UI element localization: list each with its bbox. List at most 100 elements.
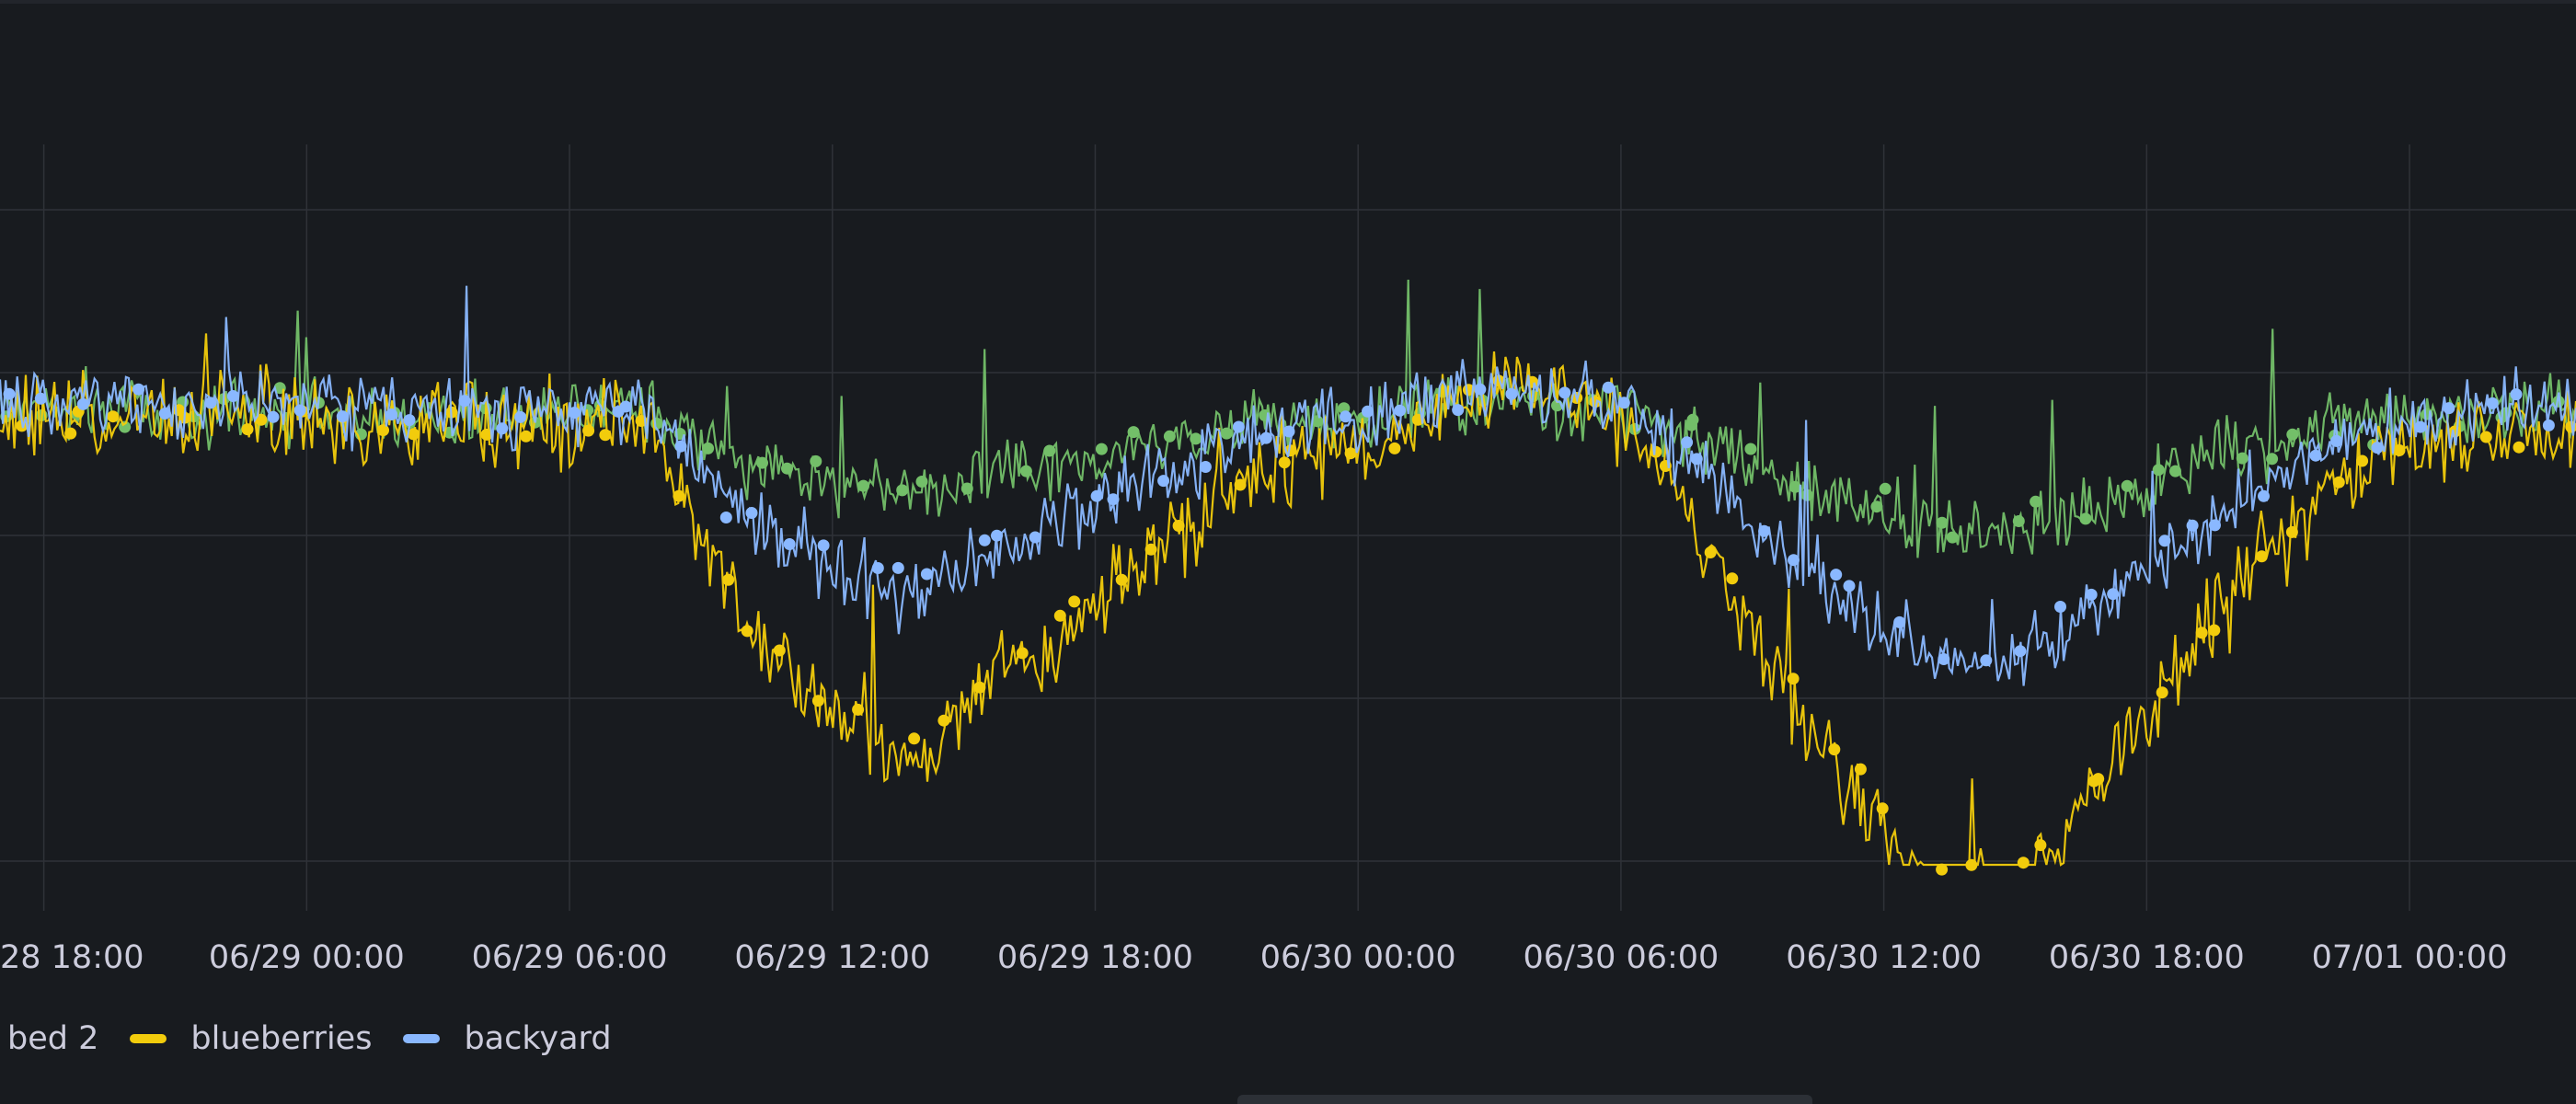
series-point (756, 456, 768, 469)
series-point (674, 440, 687, 453)
series-point (1474, 383, 1487, 396)
series-point (857, 479, 869, 492)
series-point (1172, 520, 1185, 532)
x-tick-label: 06/30 00:00 (1260, 939, 1456, 976)
series-point (267, 410, 280, 423)
series-point (1558, 386, 1571, 399)
series-point (1828, 743, 1841, 756)
x-tick-label: 06/29 06:00 (472, 939, 668, 976)
series-point (2443, 402, 2455, 415)
series-point (1163, 430, 1176, 443)
series-point (811, 695, 824, 707)
series-point (1090, 489, 1103, 502)
series-point (908, 732, 921, 745)
series-point (741, 625, 753, 638)
series-point (226, 390, 239, 402)
series-point (773, 644, 786, 657)
series-point (2285, 525, 2298, 538)
series-point (107, 410, 120, 423)
series-point (1787, 673, 1800, 685)
series-point (64, 427, 77, 440)
series-point (1843, 580, 1856, 592)
series-point (1870, 500, 1883, 513)
series-point (1681, 436, 1694, 449)
series-point (1602, 381, 1615, 394)
series-point (719, 512, 732, 523)
series-point (2121, 479, 2133, 492)
series-point (978, 534, 991, 546)
series-point (336, 410, 349, 423)
series-point (1854, 763, 1867, 776)
x-tick-label: 06/30 18:00 (2049, 939, 2245, 976)
series-point (34, 392, 47, 405)
series-point (2356, 454, 2369, 467)
series-point (2510, 388, 2523, 401)
chart-legend: bed 2 blueberries backyard (0, 1016, 643, 1062)
series-point (1340, 410, 1351, 423)
series-point (1505, 387, 1518, 400)
series-point (1019, 465, 1032, 477)
series-point (2054, 601, 2066, 613)
series-point (1686, 413, 1699, 426)
x-tick-label: 06/29 18:00 (997, 939, 1193, 976)
series-point (1788, 554, 1800, 567)
series-point (403, 414, 416, 427)
series-point (1830, 569, 1843, 581)
series-point (76, 397, 89, 410)
series-point (1617, 397, 1630, 409)
series-point (2258, 489, 2270, 502)
x-tick-label: 06/30 12:00 (1786, 939, 1982, 976)
series-point (514, 410, 527, 423)
series-point (1876, 802, 1889, 815)
series-point (2286, 428, 2299, 441)
series-point (2371, 442, 2384, 454)
series-point (2034, 839, 2047, 852)
series-point (1879, 482, 1892, 495)
series-point (783, 538, 796, 550)
series-point (1115, 573, 1128, 586)
series-point (1726, 572, 1739, 585)
series-point (2255, 550, 2268, 563)
series-point (1232, 420, 1245, 433)
series-point (2014, 645, 2027, 658)
legend-label-backyard: backyard (464, 1020, 612, 1057)
series-point (871, 562, 884, 574)
series-point (1068, 595, 1081, 608)
series-point (293, 404, 306, 417)
series-point (158, 408, 171, 420)
series-point (385, 408, 398, 420)
series-point (852, 703, 865, 716)
horizontal-scrollbar[interactable] (1237, 1095, 1812, 1104)
series-point (1394, 404, 1407, 417)
series-point (2186, 519, 2199, 532)
series-point (2195, 627, 2208, 639)
series-point (722, 573, 735, 586)
series-point (2156, 686, 2168, 699)
series-point (1744, 443, 1757, 455)
legend-item-bed-2[interactable]: bed 2 (7, 1020, 98, 1057)
series-point (1220, 427, 1233, 440)
series-point (2479, 431, 2492, 443)
time-series-chart[interactable]: 28 18:00 06/29 00:00 06/29 06:00 06/29 12:0… (0, 0, 2576, 1012)
series-point (2236, 452, 2248, 465)
series-point (1278, 456, 1291, 469)
series-point (1758, 524, 1771, 537)
series-point (2079, 512, 2092, 525)
series-point (241, 423, 254, 436)
series-point (1965, 858, 1978, 871)
series-point (1190, 432, 1202, 445)
x-tick-label: 06/29 00:00 (209, 939, 405, 976)
series-point (582, 424, 595, 437)
series-point (2513, 441, 2525, 454)
series-point (1144, 543, 1157, 556)
series-point (1043, 444, 1056, 457)
series-point (1936, 516, 1949, 529)
series-point (2169, 465, 2181, 477)
legend-swatch-backyard (403, 1034, 441, 1043)
series-point (702, 442, 715, 454)
legend-label-bed-2: bed 2 (7, 1020, 99, 1057)
series-point (2266, 453, 2279, 466)
legend-item-backyard[interactable]: backyard (403, 1020, 612, 1057)
series-point (1029, 531, 1041, 544)
legend-item-blueberries[interactable]: blueberries (130, 1020, 372, 1057)
